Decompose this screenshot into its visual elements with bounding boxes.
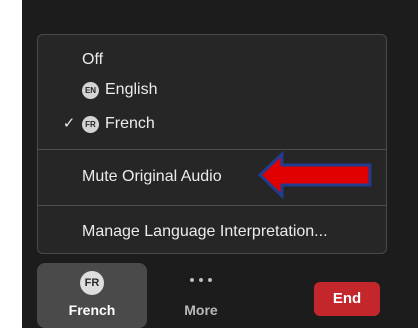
more-button-label: More bbox=[184, 302, 218, 318]
language-button-label: French bbox=[68, 302, 116, 318]
mute-original-audio-label: Mute Original Audio bbox=[82, 168, 222, 185]
menu-divider bbox=[38, 205, 386, 206]
language-interpretation-menu: Off EN English ✓ FR French Mute Original… bbox=[37, 34, 387, 254]
english-flag-icon: EN bbox=[82, 81, 99, 99]
menu-item-english-label: English bbox=[105, 81, 158, 98]
language-interpretation-button[interactable]: FR French bbox=[37, 263, 147, 328]
menu-item-english[interactable]: EN English bbox=[38, 80, 386, 100]
language-avatar: FR bbox=[80, 271, 104, 295]
more-dots-icon bbox=[190, 278, 212, 282]
annotation-arrow-icon bbox=[258, 150, 372, 200]
end-button[interactable]: End bbox=[314, 282, 380, 316]
check-icon: ✓ bbox=[62, 115, 76, 132]
manage-language-interpretation-item[interactable]: Manage Language Interpretation... bbox=[38, 222, 386, 242]
manage-language-interpretation-label: Manage Language Interpretation... bbox=[82, 223, 328, 240]
menu-item-off[interactable]: Off bbox=[38, 50, 386, 70]
french-flag-icon: FR bbox=[82, 115, 99, 133]
more-button[interactable]: More bbox=[166, 263, 236, 328]
menu-item-french[interactable]: ✓ FR French bbox=[38, 114, 386, 134]
menu-item-off-label: Off bbox=[82, 51, 104, 68]
menu-item-french-label: French bbox=[105, 115, 155, 132]
